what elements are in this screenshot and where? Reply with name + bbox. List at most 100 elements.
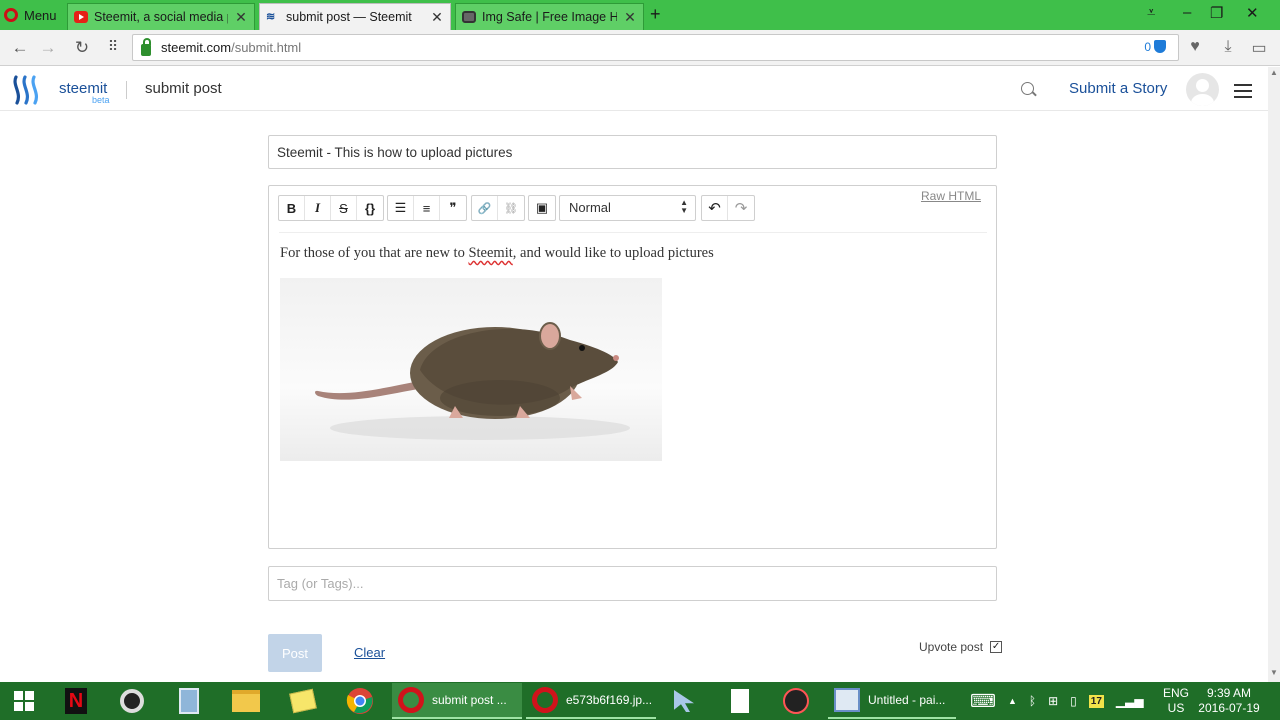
block-format-value: Normal [569,200,611,215]
upvote-checkbox[interactable]: ✓ [990,641,1003,653]
history-group: ↶ ↷ [701,195,755,221]
unlink-button[interactable]: ⛓ [498,196,524,220]
post-button[interactable]: Post [268,634,322,672]
network-icon[interactable]: ▁▃▅ [1116,694,1144,708]
editor-body-text[interactable]: For those of you that are new to Steemit… [280,245,714,262]
forward-icon[interactable]: → [38,38,58,58]
close-window-icon[interactable]: ✕ [1246,4,1259,22]
file-explorer-icon[interactable] [230,682,262,720]
windows-taskbar: N submit post ... e573b6f169.jp... Untit… [0,682,1280,720]
close-tab-icon[interactable]: ✕ [234,9,248,26]
body-text-start: For those of you that are new to [280,245,469,261]
input-language[interactable]: ENG US [1160,682,1192,720]
code-button[interactable]: {} [357,196,383,220]
download-icon[interactable]: ⤓ [1219,38,1237,56]
strikethrough-button[interactable]: S [331,196,357,220]
clock-date: 2016-07-19 [1198,701,1260,715]
sticky-notes-icon[interactable] [287,682,319,720]
select-arrows-icon: ▲ ▼ [680,198,688,215]
clear-link[interactable]: Clear [354,645,385,660]
scroll-up-icon[interactable]: ▲ [1268,68,1280,77]
bullet-list-button[interactable]: ☰ [388,196,414,220]
paint-icon [834,688,860,712]
steemit-icon: ≋ [266,11,276,23]
bluetooth-icon[interactable]: ᛒ [1029,694,1036,708]
speed-dial-icon[interactable]: ⠿ [103,38,123,55]
hamburger-menu-icon[interactable] [1234,84,1252,98]
taskbar-app-label: Untitled - pai... [868,693,946,707]
undo-button[interactable]: ↶ [702,196,728,220]
badge-icon[interactable]: 17 [1088,694,1104,708]
submit-story-link[interactable]: Submit a Story [1069,80,1167,97]
close-tab-icon[interactable]: ✕ [430,9,444,26]
italic-button[interactable]: I [305,196,331,220]
rich-text-editor[interactable]: Raw HTML B I S {} ☰ ≡ ❞ 🔗 ⛓ ▣ Normal ▲ ▼ … [268,185,997,549]
tab-youtube-steemit[interactable]: Steemit, a social media pla ✕ [67,3,255,30]
page-title: submit post [145,80,222,97]
calculator-icon[interactable] [173,682,205,720]
search-icon[interactable] [1021,82,1034,95]
post-title-input[interactable] [268,135,997,169]
system-tray: ⌨ ▲ ᛒ ⊞ ▯ 17 ▁▃▅ [970,682,1144,720]
adblock-indicator[interactable]: 0 [1144,40,1166,54]
blocked-count: 0 [1144,40,1151,54]
block-format-select[interactable]: Normal ▲ ▼ [559,195,696,221]
page-scrollbar[interactable] [1268,67,1280,682]
redo-button[interactable]: ↷ [728,196,754,220]
minimize-icon[interactable]: – [1183,4,1191,21]
taskbar-app-label: submit post ... [432,693,507,707]
bold-button[interactable]: B [279,196,305,220]
image-icon [462,11,476,23]
windows-defender-icon[interactable]: ⊞ [1048,694,1058,708]
tab-menu-icon[interactable]: ⩡ [1147,4,1155,21]
raw-html-link[interactable]: Raw HTML [921,189,981,203]
new-tab-button[interactable]: + [650,4,661,25]
region-code: US [1167,701,1185,715]
opera-menu-button[interactable]: Menu [0,0,62,30]
address-bar[interactable]: steemit.com/submit.html 0 [132,34,1179,61]
tab-submit-post[interactable]: ≋ submit post — Steemit ✕ [259,3,451,30]
touch-keyboard-icon[interactable]: ⌨ [970,691,996,712]
speed-app-icon[interactable] [780,682,812,720]
opera-logo-icon [4,8,18,22]
restore-icon[interactable]: ❐ [1210,4,1223,22]
steemit-logo-icon[interactable] [12,75,44,105]
camera-app-icon[interactable] [116,682,148,720]
avatar[interactable] [1186,73,1219,106]
list-group: ☰ ≡ ❞ [387,195,467,221]
battery-icon[interactable]: ▭ [1250,38,1268,57]
tab-title: submit post — Steemit [286,10,412,24]
close-tab-icon[interactable]: ✕ [623,9,637,26]
clock[interactable]: 9:39 AM 2016-07-19 [1198,682,1260,720]
tab-img-safe[interactable]: Img Safe | Free Image Host ✕ [455,3,644,30]
cursor-app-icon[interactable] [668,682,700,720]
scroll-down-icon[interactable]: ▼ [1268,668,1280,677]
language-code: ENG [1162,686,1189,700]
rat-illustration [315,322,630,440]
numbered-list-button[interactable]: ≡ [414,196,440,220]
show-hidden-icons-icon[interactable]: ▲ [1008,696,1017,706]
taskbar-paint[interactable]: Untitled - pai... [828,683,956,719]
toolbar-divider [279,232,987,233]
youtube-icon [74,11,88,23]
link-button[interactable]: 🔗 [472,196,498,220]
chrome-icon[interactable] [344,682,376,720]
browser-tab-strip: Menu Steemit, a social media pla ✕ ≋ sub… [0,0,1280,30]
tags-input[interactable] [268,566,997,601]
taskbar-app-label: e573b6f169.jp... [566,693,653,707]
netflix-icon[interactable]: N [60,682,92,720]
upvote-post-option[interactable]: Upvote post ✓ [919,640,1003,654]
taskbar-opera-submit-post[interactable]: submit post ... [392,683,522,719]
back-icon[interactable]: ← [10,38,30,58]
insert-image-button[interactable]: ▣ [529,196,555,220]
power-icon[interactable]: ▯ [1070,694,1077,708]
blank-document-icon[interactable] [724,682,756,720]
taskbar-opera-image[interactable]: e573b6f169.jp... [526,683,656,719]
blockquote-button[interactable]: ❞ [440,196,466,220]
tab-title: Steemit, a social media pla [94,10,228,24]
body-text-end: , and would like to upload pictures [512,245,714,261]
heart-icon[interactable]: ♥ [1186,38,1204,56]
start-button[interactable] [8,682,40,720]
misspelled-word: Steemit [468,245,513,261]
reload-icon[interactable]: ↻ [72,38,92,58]
